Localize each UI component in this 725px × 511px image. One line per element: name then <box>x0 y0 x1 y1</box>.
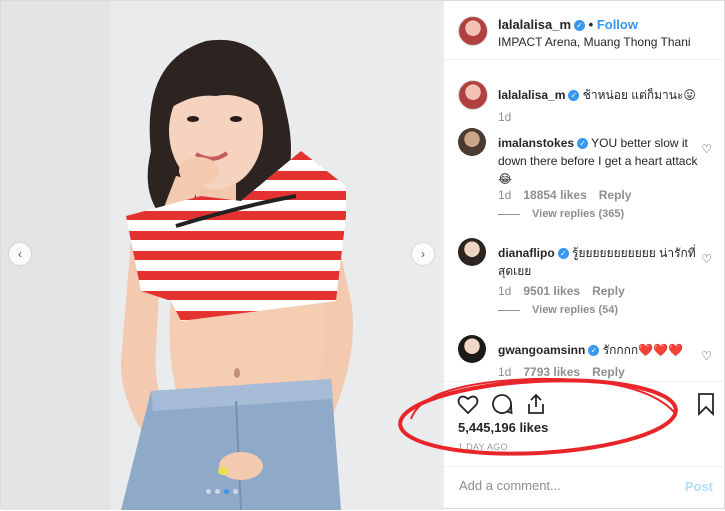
verified-badge-icon: ✓ <box>568 90 580 102</box>
caption-time: 1d <box>498 110 511 124</box>
avatar[interactable] <box>458 335 486 363</box>
view-replies-label: View replies (54) <box>532 304 619 316</box>
comment-text: imalanstokes ✓ YOU better slow it down th… <box>498 134 698 188</box>
comment-input[interactable] <box>457 477 671 494</box>
comment-like-icon[interactable]: ♡ <box>701 252 712 266</box>
post-comment-button[interactable]: Post <box>685 479 713 494</box>
comment-body: รักกกก❤️❤️❤️ <box>602 343 684 357</box>
list-item: gwangoamsinn ✓ รักกกก❤️❤️❤️ ♡ 1d 7793 like… <box>458 335 718 380</box>
comment-likes[interactable]: 9501 likes <box>523 284 580 298</box>
caption-text: lalalalisa_m ✓ ช้าหน่อย แต่ก็มานะ😛 <box>498 86 698 104</box>
instagram-post-window: ‹ › lalalalisa_m ✓ • Follow IMPACT Arena,… <box>0 0 725 510</box>
timestamp[interactable]: 1d <box>498 110 511 124</box>
post-side-panel: lalalalisa_m ✓ • Follow IMPACT Arena, Mua… <box>443 1 725 510</box>
timestamp[interactable]: 1d <box>498 284 511 298</box>
separator-dot: • <box>588 17 594 32</box>
photo-illustration <box>1 1 443 510</box>
list-item: dianaflipo ✓ รู้ยยยยยยยยยยย น่ารักที่สุดเ… <box>458 238 718 328</box>
post-actions: 5,445,196 likes 1 DAY AGO <box>444 381 725 462</box>
comment-like-icon[interactable]: ♡ <box>701 349 712 363</box>
heart-icon[interactable] <box>456 392 480 416</box>
caption-body: ช้าหน่อย แต่ก็มานะ😛 <box>582 88 696 102</box>
avatar[interactable] <box>458 16 488 46</box>
verified-badge-icon: ✓ <box>557 248 569 260</box>
reply-button[interactable]: Reply <box>592 284 625 298</box>
list-item: imalanstokes ✓ YOU better slow it down th… <box>458 128 718 228</box>
username-link[interactable]: dianaflipo <box>498 246 555 260</box>
comment-meta: 1d 18854 likes Reply <box>498 188 631 202</box>
share-icon[interactable] <box>524 392 548 416</box>
verified-badge-icon: ✓ <box>577 138 589 150</box>
comment-text: gwangoamsinn ✓ รักกกก❤️❤️❤️ <box>498 341 698 359</box>
post-header: lalalalisa_m ✓ • Follow IMPACT Arena, Mua… <box>444 1 725 60</box>
verified-badge-icon: ✓ <box>588 345 600 357</box>
post-photo[interactable]: ‹ › <box>1 1 443 510</box>
post-timestamp[interactable]: 1 DAY AGO <box>458 442 508 452</box>
verified-badge-icon: ✓ <box>574 20 585 32</box>
carousel-dot <box>233 489 238 494</box>
username-link[interactable]: lalalalisa_m <box>498 17 571 32</box>
comment-likes[interactable]: 18854 likes <box>523 188 586 202</box>
comments-list[interactable]: lalalalisa_m ✓ ช้าหน่อย แต่ก็มานะ😛 1d ima… <box>444 60 725 380</box>
carousel-indicator <box>206 489 238 494</box>
add-comment-bar: Post <box>444 466 725 511</box>
username-link[interactable]: imalanstokes <box>498 136 574 150</box>
username-link[interactable]: lalalalisa_m <box>498 88 565 102</box>
carousel-dot <box>206 489 211 494</box>
view-replies-button[interactable]: View replies (365) <box>498 208 624 220</box>
comment-likes[interactable]: 7793 likes <box>523 365 580 379</box>
avatar[interactable] <box>458 128 486 156</box>
reply-button[interactable]: Reply <box>592 365 625 379</box>
timestamp[interactable]: 1d <box>498 188 511 202</box>
location-link[interactable]: IMPACT Arena, Muang Thong Thani <box>498 35 691 49</box>
likes-count[interactable]: 5,445,196 likes <box>458 420 548 435</box>
carousel-dot-active <box>224 489 229 494</box>
username-link[interactable]: gwangoamsinn <box>498 343 585 357</box>
chevron-left-icon: ‹ <box>18 247 22 261</box>
comment-meta: 1d 9501 likes Reply <box>498 284 625 298</box>
timestamp[interactable]: 1d <box>498 365 511 379</box>
bookmark-icon[interactable] <box>694 392 718 416</box>
carousel-prev-button[interactable]: ‹ <box>9 243 31 265</box>
view-replies-label: View replies (365) <box>532 208 625 220</box>
post-author: lalalalisa_m ✓ • Follow <box>498 17 638 32</box>
comment-meta: 1d 7793 likes Reply <box>498 365 625 379</box>
view-replies-button[interactable]: View replies (54) <box>498 304 618 316</box>
avatar[interactable] <box>458 238 486 266</box>
carousel-next-button[interactable]: › <box>412 243 434 265</box>
chevron-right-icon: › <box>421 247 425 261</box>
reply-button[interactable]: Reply <box>599 188 632 202</box>
comment-text: dianaflipo ✓ รู้ยยยยยยยยยยย น่ารักที่สุดเ… <box>498 244 698 280</box>
follow-button[interactable]: Follow <box>597 17 638 32</box>
comment-icon[interactable] <box>490 392 514 416</box>
carousel-dot <box>215 489 220 494</box>
comment-like-icon[interactable]: ♡ <box>701 142 712 156</box>
avatar[interactable] <box>458 80 488 110</box>
